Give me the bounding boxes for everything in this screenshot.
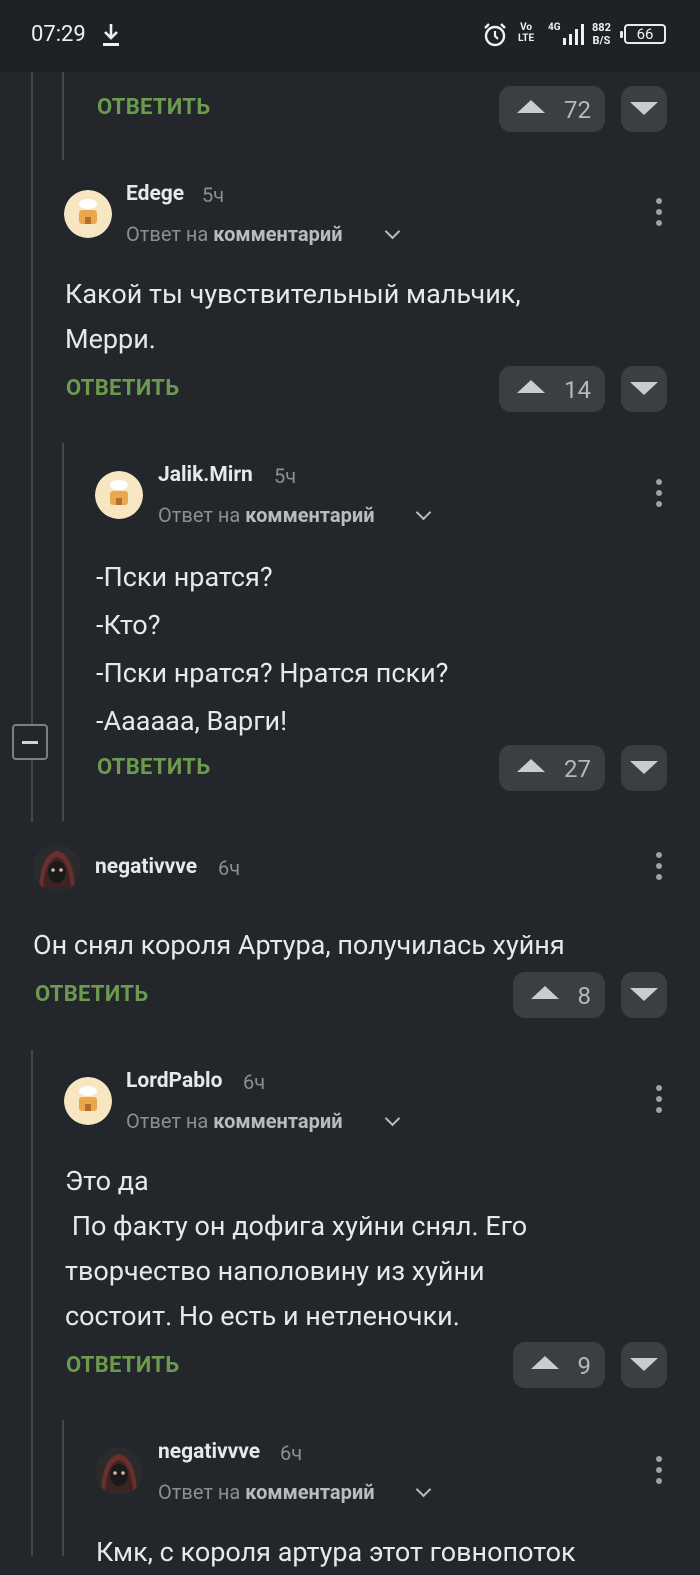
username[interactable]: negativvve — [158, 1440, 260, 1464]
vote-count: 8 — [577, 982, 592, 1010]
upvote-button[interactable]: 27 — [499, 745, 605, 791]
signal-icon — [563, 24, 584, 45]
chevron-down-icon[interactable] — [384, 223, 401, 240]
username[interactable]: negativvve — [95, 855, 197, 879]
arrow-up-icon — [517, 100, 545, 113]
reply-to-link[interactable]: Ответ на комментарий — [126, 222, 343, 246]
comment-text: Кмк, с короля артура этот говнопоток — [96, 1536, 576, 1568]
default-avatar-icon — [64, 1077, 112, 1125]
more-options-icon[interactable] — [655, 1456, 663, 1486]
username[interactable]: Jalik.Mirn — [158, 463, 253, 487]
reply-button[interactable]: ОТВЕТИТЬ — [66, 376, 179, 401]
reply-button[interactable]: ОТВЕТИТЬ — [97, 95, 210, 120]
downvote-button[interactable] — [621, 745, 667, 791]
avatar[interactable] — [95, 471, 143, 519]
comment-text: Какой ты чувствительный мальчик, Мерри. — [65, 278, 521, 355]
arrow-down-icon — [630, 1358, 658, 1371]
chevron-down-icon[interactable] — [415, 504, 432, 521]
comment-time: 6ч — [218, 856, 241, 880]
status-bar: 07:29 Vo LTE 4G 882 B/S 66 — [0, 0, 700, 72]
hooded-figure-avatar-icon — [95, 1447, 143, 1495]
arrow-up-icon — [531, 1356, 559, 1369]
reply-button[interactable]: ОТВЕТИТЬ — [66, 1353, 179, 1378]
status-time: 07:29 — [31, 22, 86, 47]
default-avatar-icon — [95, 471, 143, 519]
arrow-down-icon — [630, 761, 658, 774]
thread-line — [31, 1050, 33, 1556]
avatar[interactable] — [64, 190, 112, 238]
more-options-icon[interactable] — [655, 479, 663, 509]
avatar[interactable] — [95, 1447, 143, 1495]
arrow-down-icon — [630, 988, 658, 1001]
comment-time: 5ч — [202, 183, 225, 207]
more-options-icon[interactable] — [655, 852, 663, 882]
comment-text: Это да По факту он дофига хуйни снял. Ег… — [65, 1165, 528, 1332]
network-speed: 882 B/S — [592, 21, 611, 47]
username[interactable]: Edege — [126, 182, 184, 206]
upvote-button[interactable]: 72 — [499, 86, 605, 132]
collapse-thread-button[interactable] — [12, 724, 48, 760]
arrow-down-icon — [630, 102, 658, 115]
avatar[interactable] — [33, 844, 81, 892]
downvote-button[interactable] — [621, 972, 667, 1018]
upvote-button[interactable]: 14 — [499, 366, 605, 412]
more-options-icon[interactable] — [655, 198, 663, 228]
arrow-up-icon — [517, 759, 545, 772]
battery-icon: 66 — [620, 24, 666, 44]
thread-line — [62, 72, 64, 160]
vote-count: 14 — [564, 376, 591, 404]
downvote-button[interactable] — [621, 86, 667, 132]
reply-to-link[interactable]: Ответ на комментарий — [158, 503, 375, 527]
thread-line — [62, 443, 64, 821]
default-avatar-icon — [64, 190, 112, 238]
downvote-button[interactable] — [621, 366, 667, 412]
thread-line — [31, 72, 33, 822]
chevron-down-icon[interactable] — [415, 1481, 432, 1498]
arrow-up-icon — [517, 380, 545, 393]
arrow-down-icon — [630, 382, 658, 395]
reply-button[interactable]: ОТВЕТИТЬ — [35, 982, 148, 1007]
vote-count: 27 — [564, 755, 591, 783]
reply-button[interactable]: ОТВЕТИТЬ — [97, 755, 210, 780]
reply-to-link[interactable]: Ответ на комментарий — [158, 1480, 375, 1504]
thread-line — [62, 1420, 64, 1556]
arrow-up-icon — [531, 986, 559, 999]
more-options-icon[interactable] — [655, 1085, 663, 1115]
avatar[interactable] — [64, 1077, 112, 1125]
volte-indicator: Vo LTE — [518, 22, 535, 44]
comment-text: Он снял короля Артура, получилась хуйня — [33, 929, 565, 961]
comment-time: 5ч — [274, 464, 297, 488]
vote-count: 9 — [577, 1352, 592, 1380]
reply-to-link[interactable]: Ответ на комментарий — [126, 1109, 343, 1133]
comment-time: 6ч — [243, 1070, 266, 1094]
network-type: 4G — [548, 22, 561, 33]
download-icon — [103, 24, 119, 46]
downvote-button[interactable] — [621, 1342, 667, 1388]
hooded-figure-avatar-icon — [33, 844, 81, 892]
alarm-icon — [484, 23, 506, 47]
vote-count: 72 — [564, 96, 591, 124]
upvote-button[interactable]: 8 — [513, 972, 605, 1018]
chevron-down-icon[interactable] — [384, 1110, 401, 1127]
username[interactable]: LordPablo — [126, 1069, 222, 1093]
comment-text: -Пски нратся? -Кто? -Пски нратся? Нратся… — [96, 561, 449, 737]
upvote-button[interactable]: 9 — [513, 1342, 605, 1388]
comment-time: 6ч — [280, 1441, 303, 1465]
